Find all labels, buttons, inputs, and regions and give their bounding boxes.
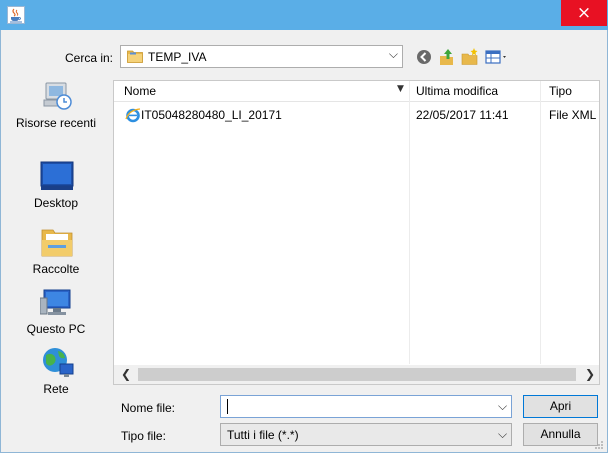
scroll-right-icon[interactable]: ❯: [585, 367, 595, 381]
file-list-header: Nome ▼ Ultima modifica Tipo: [114, 81, 599, 102]
place-label: Questo PC: [26, 322, 86, 336]
view-menu-icon[interactable]: [484, 47, 510, 67]
horizontal-scrollbar[interactable]: ❮ ❯: [114, 365, 599, 384]
column-header-modified[interactable]: Ultima modifica: [416, 84, 498, 98]
file-type-combo[interactable]: Tutti i file (*.*): [220, 423, 512, 446]
text-caret: [227, 399, 228, 414]
file-type-value: Tutti i file (*.*): [227, 428, 299, 442]
column-header-type[interactable]: Tipo: [549, 84, 572, 98]
place-this-pc[interactable]: Questo PC: [8, 286, 104, 350]
look-in-combo[interactable]: TEMP_IVA ⌵: [120, 45, 403, 68]
place-label: Rete: [43, 382, 69, 396]
this-pc-icon: [40, 289, 71, 315]
place-label: Risorse recenti: [15, 116, 97, 130]
place-libraries[interactable]: Raccolte: [8, 226, 104, 290]
scroll-left-icon[interactable]: ❮: [121, 367, 131, 381]
network-icon: [43, 348, 74, 377]
desktop-icon: [40, 161, 74, 190]
place-network[interactable]: Rete: [8, 346, 104, 410]
open-button[interactable]: Apri: [523, 395, 598, 418]
place-recent[interactable]: Risorse recenti: [8, 80, 104, 144]
close-button[interactable]: ×: [561, 0, 607, 26]
sort-down-icon: ▼: [397, 84, 404, 94]
column-header-name[interactable]: Nome: [124, 84, 156, 98]
file-type-cell: File XML: [549, 108, 597, 122]
file-row[interactable]: IT05048280480_LI_20171 22/05/2017 11:41 …: [114, 106, 599, 124]
look-in-label: Cerca in:: [65, 51, 114, 65]
cancel-button[interactable]: Annulla: [523, 423, 598, 446]
internet-explorer-icon: [125, 108, 141, 123]
file-list[interactable]: Nome ▼ Ultima modifica Tipo IT0504828048…: [113, 80, 600, 385]
java-cup-icon: [7, 6, 25, 24]
file-name-cell: IT05048280480_LI_20171: [141, 108, 282, 122]
chevron-down-icon[interactable]: ⌵: [389, 47, 398, 62]
place-desktop[interactable]: Desktop: [8, 160, 104, 224]
file-modified-cell: 22/05/2017 11:41: [416, 108, 509, 122]
folder-icon: [127, 50, 143, 63]
resize-grip-icon[interactable]: [594, 440, 604, 450]
new-folder-icon[interactable]: [460, 47, 480, 67]
chevron-down-icon[interactable]: ⌵: [498, 427, 507, 442]
look-in-value: TEMP_IVA: [148, 50, 207, 64]
recent-items-icon: [43, 82, 72, 110]
place-label: Raccolte: [32, 262, 80, 276]
chevron-down-icon[interactable]: ⌵: [498, 399, 507, 414]
up-folder-icon[interactable]: [437, 47, 457, 67]
libraries-icon: [41, 229, 73, 257]
file-name-input[interactable]: [220, 395, 512, 418]
file-type-label: Tipo file:: [121, 429, 166, 443]
scrollbar-thumb[interactable]: [138, 368, 576, 381]
title-bar: ×: [0, 0, 608, 30]
file-name-label: Nome file:: [121, 401, 176, 415]
place-label: Desktop: [33, 196, 79, 210]
back-icon[interactable]: [414, 47, 434, 67]
